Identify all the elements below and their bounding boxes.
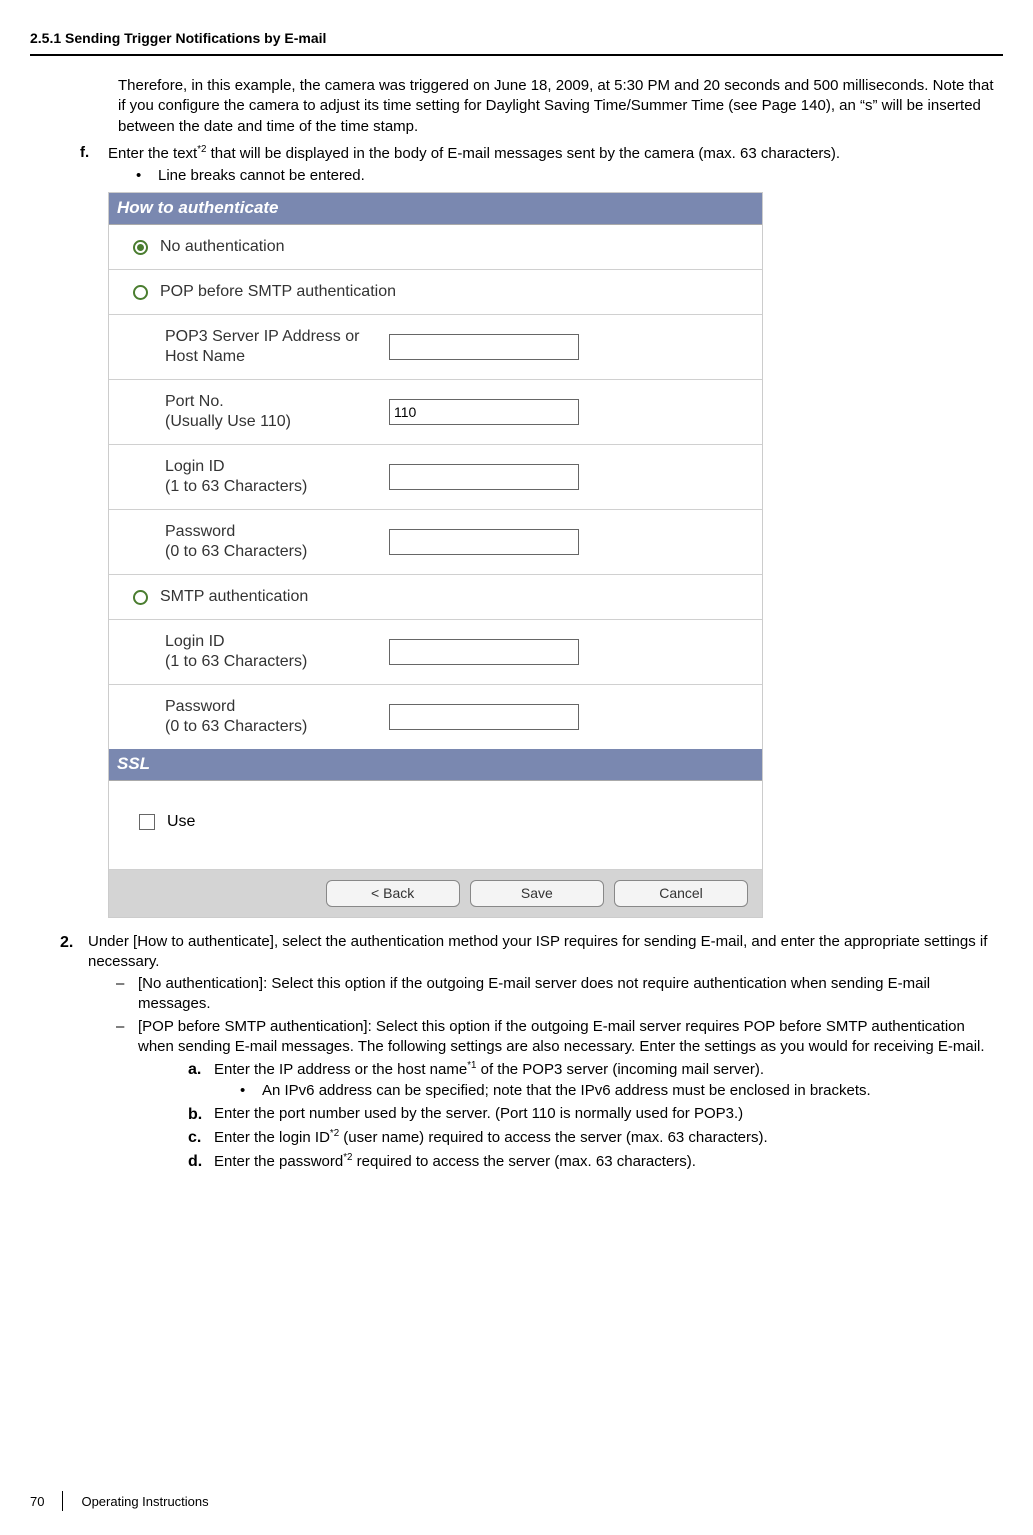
bullet-dot: • [136,166,158,186]
login-input[interactable] [389,464,579,490]
marker-c: c. [188,1127,214,1149]
marker-d: d. [188,1151,214,1173]
item-f-bullet: Line breaks cannot be entered. [158,166,365,186]
pop-before-smtp-row[interactable]: POP before SMTP authentication [109,270,762,315]
pop-before-smtp-label: POP before SMTP authentication [160,281,396,303]
footer-doc-title: Operating Instructions [81,1494,208,1509]
page-number: 70 [30,1494,44,1509]
no-auth-label: No authentication [160,236,285,258]
item-a-before: Enter the IP address or the host name [214,1061,467,1078]
save-button[interactable]: Save [470,880,604,907]
port-label-1: Port No. [165,393,224,410]
item-f-text-1: Enter the text [108,145,197,162]
smtp-password-row: Password (0 to 63 Characters) [109,685,762,749]
page-header-title: 2.5.1 Sending Trigger Notifications by E… [30,30,1003,46]
footer-divider [62,1491,63,1511]
port-input[interactable] [389,399,579,425]
marker-b: b. [188,1104,214,1126]
marker-a: a. [188,1059,214,1102]
back-button[interactable]: < Back [326,880,460,907]
item-2-dash-2: [POP before SMTP authentication]: Select… [138,1017,1003,1058]
smtp-login-label-2: (1 to 63 Characters) [165,653,307,670]
port-label-2: (Usually Use 110) [165,413,291,430]
password-row: Password (0 to 63 Characters) [109,510,762,575]
ssl-use-row: Use [109,781,762,870]
radio-pop-before-smtp[interactable] [133,285,148,300]
item-c-after: (user name) required to access the serve… [339,1129,768,1146]
password-label-1: Password [165,523,235,540]
ssl-use-checkbox[interactable] [139,814,155,830]
item-f-text-2: that will be displayed in the body of E-… [206,145,840,162]
auth-panel: How to authenticate No authentication PO… [108,192,763,917]
radio-smtp-auth[interactable] [133,590,148,605]
item-c-sup: *2 [330,1128,339,1139]
login-label-2: (1 to 63 Characters) [165,478,307,495]
smtp-login-row: Login ID (1 to 63 Characters) [109,620,762,685]
smtp-password-input[interactable] [389,704,579,730]
radio-no-auth[interactable] [133,240,148,255]
item-d-before: Enter the password [214,1153,343,1170]
auth-panel-header: How to authenticate [109,193,762,225]
item-b-text: Enter the port number used by the server… [214,1104,743,1126]
item-a-after: of the POP3 server (incoming mail server… [476,1061,764,1078]
smtp-auth-row[interactable]: SMTP authentication [109,575,762,620]
port-row: Port No. (Usually Use 110) [109,380,762,445]
item-2-text: Under [How to authenticate], select the … [88,932,1003,973]
item-2-dash-1: [No authentication]: Select this option … [138,974,1003,1015]
pop3-server-label: POP3 Server IP Address or Host Name [165,327,389,367]
intro-paragraph: Therefore, in this example, the camera w… [118,76,1003,137]
panel-footer: < Back Save Cancel [109,870,762,917]
smtp-password-label-1: Password [165,698,235,715]
cancel-button[interactable]: Cancel [614,880,748,907]
pop3-server-input[interactable] [389,334,579,360]
bullet-dot-a: • [240,1081,262,1101]
smtp-auth-label: SMTP authentication [160,586,308,608]
password-input[interactable] [389,529,579,555]
dash-1: – [116,974,138,1015]
item-a-sub: An IPv6 address can be specified; note t… [262,1081,871,1101]
item-c-before: Enter the login ID [214,1129,330,1146]
ssl-panel-header: SSL [109,749,762,781]
page-footer: 70 Operating Instructions [30,1491,209,1511]
smtp-password-label-2: (0 to 63 Characters) [165,718,307,735]
item-d-after: required to access the server (max. 63 c… [352,1153,695,1170]
smtp-login-input[interactable] [389,639,579,665]
list-marker-f: f. [80,143,108,187]
dash-2: – [116,1017,138,1173]
smtp-login-label-1: Login ID [165,633,225,650]
pop3-server-row: POP3 Server IP Address or Host Name [109,315,762,380]
list-marker-2: 2. [60,932,88,1173]
password-label-2: (0 to 63 Characters) [165,543,307,560]
ssl-use-label: Use [167,811,195,833]
header-rule [30,54,1003,56]
no-auth-row[interactable]: No authentication [109,225,762,270]
login-label-1: Login ID [165,458,225,475]
login-row: Login ID (1 to 63 Characters) [109,445,762,510]
